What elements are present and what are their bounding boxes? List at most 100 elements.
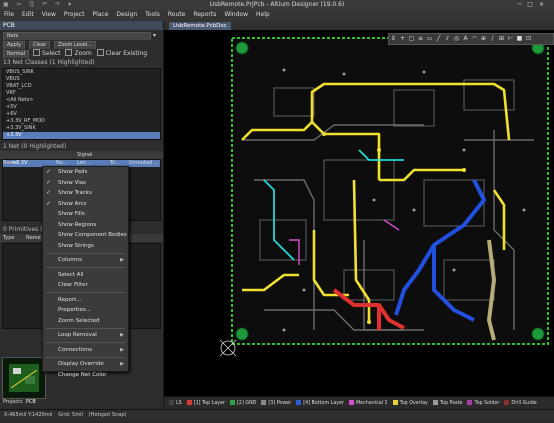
menu-item-design[interactable]: Design	[112, 10, 141, 18]
net-class-item[interactable]: VRF	[3, 90, 160, 97]
net-class-item[interactable]: VBUS	[3, 76, 160, 83]
context-menu-item[interactable]: Columns ▶	[43, 255, 128, 266]
primitive-column-header[interactable]: Type	[0, 234, 23, 242]
context-menu-item[interactable]: Show Fills	[43, 209, 128, 220]
status-coordinates: X:465mil Y:1420mil	[4, 412, 53, 418]
fill-icon[interactable]: ■	[515, 34, 524, 44]
checkmark-icon: ✓	[46, 199, 52, 207]
menu-item-tools[interactable]: Tools	[141, 10, 164, 18]
pcb-canvas[interactable]	[164, 30, 554, 396]
select-checkbox[interactable]	[33, 49, 41, 56]
context-menu-label: Show Arcs	[58, 200, 87, 207]
context-menu-label: Show Tracks	[58, 190, 92, 196]
arc-icon[interactable]: ◠	[470, 34, 479, 44]
net-class-item[interactable]: <All Nets>	[3, 97, 160, 104]
rect-icon[interactable]: ▭	[425, 34, 434, 44]
net-class-list[interactable]: VBUS_SINK VBUS VBAT_LCD VRF <All Nets> +5V +6V…	[2, 68, 161, 140]
context-menu-item[interactable]: Clear Filter	[43, 280, 128, 291]
net-column-header[interactable]: Unrouted ...	[126, 159, 159, 167]
menu-item-help[interactable]: Help	[252, 10, 274, 18]
menu-item-reports[interactable]: Reports	[189, 10, 220, 18]
keepout-icon[interactable]: ⊡	[524, 34, 533, 44]
net-class-item[interactable]: +3.3V_SINK	[3, 125, 160, 132]
layer-tab-label: [4] Bottom Layer	[303, 401, 345, 406]
context-menu-item[interactable]: Select All	[43, 270, 128, 281]
filter-icon[interactable]: ⊻	[389, 34, 398, 44]
net-column-header[interactable]: Signal Len...	[74, 151, 107, 167]
context-menu-item[interactable]: ✓ Show Arcs	[43, 199, 128, 210]
zoom-label: Zoom	[74, 50, 92, 57]
via-icon[interactable]: ◎	[452, 34, 461, 44]
context-menu-item[interactable]: Zoom Selected	[43, 316, 128, 327]
menu-separator	[46, 252, 125, 254]
context-menu-item[interactable]: Properties...	[43, 305, 128, 316]
layer-tab-label: [2] GND	[237, 401, 257, 406]
context-menu-item[interactable]: Show Regions	[43, 220, 128, 231]
plus-icon[interactable]: +	[398, 34, 407, 44]
net-class-item[interactable]: +3.3V	[3, 132, 160, 139]
board-minimap[interactable]	[2, 357, 46, 399]
menu-item-view[interactable]: View	[38, 10, 60, 18]
submenu-arrow-icon: ▶	[120, 346, 124, 353]
tab-pcbdoc[interactable]: UsbRemote.PcbDoc	[169, 22, 231, 30]
context-menu-label: Show Vias	[58, 179, 86, 186]
layer-color-swatch	[230, 400, 236, 405]
window-controls[interactable]: ─□✕	[518, 1, 550, 8]
context-menu-label: Show Fills	[58, 211, 85, 217]
layer-tab-label: Top Paste	[439, 401, 463, 406]
diff-pair-icon[interactable]: ⫽	[443, 34, 452, 44]
dimension-icon[interactable]: ⊢	[506, 34, 515, 44]
layer-tab-label: Top Solder	[474, 401, 500, 406]
context-menu-item[interactable]: Show Component Bodies	[43, 230, 128, 241]
apply-button[interactable]: Apply	[3, 41, 26, 49]
layer-tab-label: Mechanical 1	[356, 401, 388, 406]
net-class-item[interactable]: +6V	[3, 111, 160, 118]
context-menu-item[interactable]: Change Net Color	[43, 370, 128, 381]
net-class-item[interactable]: VBAT_LCD	[3, 83, 160, 90]
zoom-checkbox[interactable]	[65, 49, 73, 56]
mode-select[interactable]: Nets	[3, 32, 151, 40]
submenu-arrow-icon: ▶	[120, 332, 124, 338]
clear-existing-checkbox[interactable]	[96, 49, 104, 56]
net-class-item[interactable]: VBUS_SINK	[3, 69, 160, 76]
pcb-tab[interactable]: PCB	[26, 399, 36, 405]
context-menu-item[interactable]: Loop Removal ▶	[43, 330, 128, 341]
context-menu-item[interactable]: Report...	[43, 295, 128, 306]
context-menu-item[interactable]: ✓ Show Vias	[43, 178, 128, 189]
context-menu-item[interactable]: ✓ Show Pads	[43, 167, 128, 178]
pin-icon[interactable]: ⊕	[479, 34, 488, 44]
context-menu-item[interactable]: ✓ Show Tracks	[43, 188, 128, 199]
menu-item-project[interactable]: Project	[60, 10, 89, 18]
context-menu-label: Loop Removal	[58, 332, 97, 338]
net-class-item[interactable]: +5V	[3, 104, 160, 111]
text-icon[interactable]: A	[461, 34, 470, 44]
context-menu-item[interactable]: Show Strings	[43, 241, 128, 252]
status-bar: X:465mil Y:1420mil Grid: 5mil (Hotspot S…	[0, 409, 554, 420]
menu-item-file[interactable]: File	[0, 10, 18, 18]
menu-item-window[interactable]: Window	[220, 10, 252, 18]
route-icon[interactable]: ╱	[434, 34, 443, 44]
zoom-level-button[interactable]: Zoom Level...	[54, 41, 97, 49]
select-box-icon[interactable]: ▢	[407, 34, 416, 44]
projects-tab[interactable]: Projects	[3, 399, 23, 405]
clear-button[interactable]: Clear	[29, 41, 51, 49]
net-class-item[interactable]: +3.3V_RF_MOD	[3, 118, 160, 125]
measure-icon[interactable]: ⊞	[497, 34, 506, 44]
chevron-down-icon[interactable]: ▾	[153, 32, 156, 39]
context-menu-item[interactable]: Connections ▶	[43, 345, 128, 356]
menu-item-place[interactable]: Place	[88, 10, 112, 18]
layer-color-swatch	[392, 400, 398, 405]
normal-select[interactable]: Normal	[3, 50, 30, 58]
submenu-arrow-icon: ▶	[120, 361, 124, 367]
align-icon[interactable]: ≡	[416, 34, 425, 44]
menu-item-route[interactable]: Route	[164, 10, 189, 18]
menu-item-edit[interactable]: Edit	[18, 10, 38, 18]
layer-tab-label: LS	[176, 401, 182, 406]
layer-tab-label: Top Overlay	[399, 401, 428, 406]
menu-separator	[46, 342, 125, 343]
line-icon[interactable]: /	[488, 34, 497, 44]
context-menu-label: Select All	[58, 271, 84, 278]
menu-separator	[46, 267, 125, 268]
layer-color-swatch	[349, 400, 355, 405]
context-menu-item[interactable]: Display Override ▶	[43, 359, 128, 370]
